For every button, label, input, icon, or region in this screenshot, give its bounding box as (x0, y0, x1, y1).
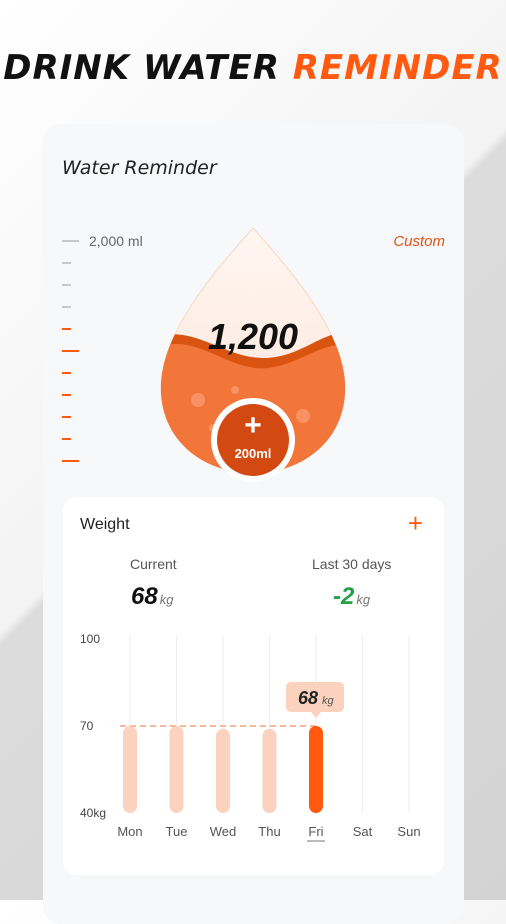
chart-bar (123, 726, 137, 813)
value-tooltip-value: 68 (298, 688, 318, 708)
add-amount-label: 200ml (234, 446, 272, 461)
x-tick-label: Wed (210, 824, 237, 839)
scale-tick (62, 350, 79, 352)
scale-tick (62, 460, 79, 462)
weight-change-value: -2 (333, 583, 355, 610)
current-weight: 68 kg (131, 583, 173, 611)
main-card: Water Reminder 2,000 ml Custom 1,200 + 2… (43, 124, 464, 924)
scale-tick (62, 284, 71, 286)
chart-bar (309, 726, 323, 813)
change-label: Last 30 days (312, 556, 392, 572)
weight-title: Weight (80, 516, 130, 533)
value-tooltip-pointer (311, 712, 321, 718)
y-tick-label: 70 (80, 719, 94, 733)
scale-tick (62, 438, 71, 440)
chart-bar (262, 728, 277, 813)
add-water-button[interactable]: + 200ml (211, 398, 295, 482)
y-tick-label: 40kg (80, 806, 106, 820)
chart-bar (216, 728, 230, 813)
custom-button[interactable]: Custom (393, 233, 445, 250)
weight-change-unit: kg (356, 592, 371, 607)
weight-chart: 100 70 40kg 68 kg Mon Tue Wed Thu Fri Sat Sun (80, 632, 421, 842)
current-weight-value: 68 (131, 583, 158, 610)
current-weight-unit: kg (159, 592, 174, 607)
scale-tick (62, 240, 79, 242)
x-tick-label: Thu (258, 824, 280, 839)
scale-tick (62, 394, 71, 396)
x-tick-label: Tue (166, 824, 188, 839)
add-weight-icon[interactable]: + (408, 510, 423, 536)
x-tick-label: Fri (308, 824, 323, 839)
x-tick-label: Mon (117, 824, 142, 839)
add-water-button-inner[interactable]: + 200ml (217, 404, 289, 476)
scale-tick (62, 416, 71, 418)
current-label: Current (130, 556, 177, 572)
x-tick-label: Sun (397, 824, 420, 839)
goal-label: 2,000 ml (89, 233, 143, 249)
chart-bar (169, 726, 184, 813)
headline-part1: DRINK WATER (3, 48, 280, 88)
headline: DRINK WATER REMINDER (0, 48, 506, 88)
current-intake: 1,200 (207, 316, 299, 357)
weight-panel: Weight + Current 68 kg Last 30 days -2 kg … (63, 497, 444, 875)
scale-tick (62, 306, 71, 308)
scale-tick (62, 328, 71, 330)
value-tooltip-unit: kg (322, 695, 335, 707)
water-scale (62, 236, 92, 476)
headline-part2: REMINDER (292, 48, 503, 88)
water-drop: 1,200 + 200ml (153, 227, 353, 482)
y-tick-label: 100 (80, 632, 100, 646)
scale-tick (62, 262, 71, 264)
card-title: Water Reminder (62, 157, 217, 179)
weight-change: -2 kg (333, 583, 370, 611)
plus-icon: + (244, 409, 262, 442)
x-tick-label: Sat (353, 824, 373, 839)
scale-tick (62, 372, 71, 374)
